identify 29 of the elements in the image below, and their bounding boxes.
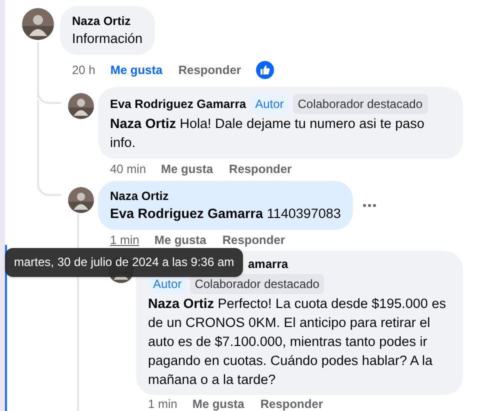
comment-text: Eva Rodriguez Gamarra 1140397083 <box>110 205 341 223</box>
timestamp-link[interactable]: 20 h <box>72 61 96 79</box>
timestamp-link[interactable]: 1 min <box>148 395 178 411</box>
author-name[interactable]: Naza Ortiz <box>72 13 131 29</box>
avatar[interactable] <box>68 187 94 213</box>
like-link[interactable]: Me gusta <box>110 61 162 79</box>
like-link[interactable]: Me gusta <box>192 395 244 411</box>
tooltip: martes, 30 de julio de 2024 a las 9:36 am <box>5 248 244 277</box>
more-icon[interactable] <box>362 204 376 207</box>
timestamp-link[interactable]: 40 min <box>110 160 146 178</box>
author-name[interactable]: Naza Ortiz <box>110 188 169 204</box>
reply-link[interactable]: Responder <box>222 231 286 249</box>
reply-link[interactable]: Responder <box>229 160 292 178</box>
reply-link[interactable]: Responder <box>260 395 324 411</box>
like-icon[interactable] <box>256 61 274 79</box>
like-link[interactable]: Me gusta <box>161 160 214 178</box>
timestamp-link[interactable]: 1 min <box>110 231 140 249</box>
badge: Colaborador destacado <box>292 94 428 114</box>
like-link[interactable]: Me gusta <box>154 231 206 249</box>
comment-text: Información <box>72 30 143 48</box>
badge: Autor <box>250 94 289 114</box>
avatar[interactable] <box>68 93 94 119</box>
reply-link[interactable]: Responder <box>178 61 242 79</box>
comment-text: Naza Ortiz Perfecto! La cuota desde $195.000 es de un CRONOS 0KM. El anticipo para retirar el auto es de $7.100.000, mientras tanto podes ir pagando en cuotas. Cuándo podes hablar? A la mañana o a la tarde? <box>148 295 447 389</box>
badge: Colaborador destacado <box>190 274 324 294</box>
comment-text: Naza Ortiz Hola! Dale dejame tu numero asi te paso info. <box>110 115 426 152</box>
avatar[interactable] <box>22 8 54 40</box>
author-name[interactable]: amarra <box>248 257 288 271</box>
author-name[interactable]: Eva Rodriguez Gamarra <box>110 96 246 112</box>
